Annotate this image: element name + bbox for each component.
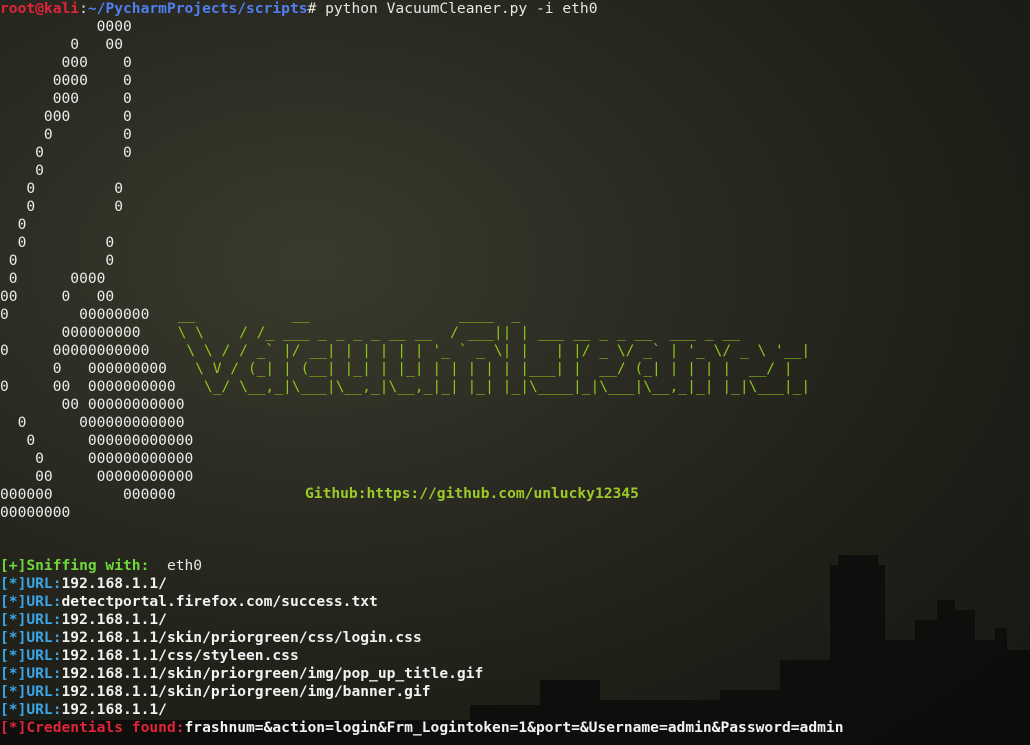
- log-line: [*]URL:192.168.1.1/skin/priorgreen/img/b…: [0, 683, 431, 701]
- log-line: [*]URL:detectportal.firefox.com/success.…: [0, 593, 378, 611]
- ascii-logo-line: \ \ / /_ ___ _ _ _ _ __ __ / ___|| | ___…: [160, 324, 740, 341]
- ascii-art-line: 00 00000000000: [0, 468, 194, 485]
- ascii-art-line: 0 000000000000: [0, 432, 194, 449]
- ascii-art-line: 0 00000000000: [0, 342, 150, 359]
- log-tag: [*]: [0, 683, 27, 700]
- log-line: [*]URL:192.168.1.1/skin/priorgreen/img/p…: [0, 665, 483, 683]
- ascii-art-line: 0 0: [0, 198, 124, 215]
- log-tag: [*]: [0, 611, 27, 628]
- log-label: URL:: [26, 575, 62, 592]
- log-value: eth0: [149, 557, 203, 574]
- ascii-art-line: 0: [0, 216, 27, 233]
- log-value: 192.168.1.1/: [61, 575, 167, 592]
- prompt-command: python VacuumCleaner.py -i eth0: [316, 0, 598, 17]
- log-tag: [*]: [0, 665, 27, 682]
- log-value: 192.168.1.1/skin/priorgreen/img/pop_up_t…: [61, 665, 484, 682]
- ascii-logo-line: __ __ ____ _: [160, 306, 521, 323]
- ascii-art-line: 000 0: [0, 108, 132, 125]
- command-prompt-line: root@kali:~/PycharmProjects/scripts# pyt…: [0, 0, 598, 18]
- log-tag: [*]: [0, 593, 27, 610]
- log-value: 192.168.1.1/: [61, 611, 167, 628]
- log-label: URL:: [26, 701, 62, 718]
- log-line: [*]URL:192.168.1.1/css/styleen.css: [0, 647, 299, 665]
- ascii-logo-line: \ V / (_| | (__| |_| | |_| | | | | | |__…: [160, 360, 793, 377]
- prompt-path: ~/PycharmProjects/scripts: [87, 0, 308, 17]
- log-tag: [*]: [0, 701, 27, 718]
- ascii-art-line: 0 0: [0, 252, 115, 269]
- ascii-art-line: 0 0: [0, 144, 132, 161]
- log-value: 192.168.1.1/css/styleen.css: [61, 647, 299, 664]
- ascii-art-line: 000 0: [0, 90, 132, 107]
- log-value: 192.168.1.1/skin/priorgreen/css/login.cs…: [61, 629, 422, 646]
- log-line: [*]URL:192.168.1.1/: [0, 611, 167, 629]
- ascii-logo-line: \_/ \__,_|\___|\__,_|\__,_|_| |_| |_|\__…: [160, 378, 811, 395]
- prompt-symbol: #: [307, 0, 317, 17]
- log-label: URL:: [26, 593, 62, 610]
- log-label: Credentials found:: [26, 719, 185, 736]
- ascii-art-line: 0 0: [0, 234, 115, 251]
- log-line: [*]URL:192.168.1.1/: [0, 575, 167, 593]
- log-tag: [*]: [0, 719, 27, 736]
- ascii-art-line: 00 00000000000: [0, 396, 185, 413]
- log-line: [*]URL:192.168.1.1/: [0, 701, 167, 719]
- log-value: 192.168.1.1/skin/priorgreen/img/banner.g…: [61, 683, 431, 700]
- ascii-art-line: 000000 000000: [0, 486, 176, 503]
- ascii-art-line: 00000000: [0, 504, 71, 521]
- log-tag: [*]: [0, 629, 27, 646]
- log-value: 192.168.1.1/: [61, 701, 167, 718]
- ascii-logo-line: \ \ / / _` |/ __| | | | | | '_ ` _ \| | …: [160, 342, 811, 359]
- ascii-art-line: 0 0: [0, 180, 124, 197]
- prompt-user-host: root@kali: [0, 0, 80, 17]
- log-tag: [*]: [0, 647, 27, 664]
- ascii-art-line: 0: [0, 162, 44, 179]
- log-label: URL:: [26, 629, 62, 646]
- ascii-art-line: 0 000000000: [0, 360, 167, 377]
- log-line: [*]Credentials found:frashnum=&action=lo…: [0, 719, 843, 737]
- ascii-art-line: 0 0: [0, 126, 132, 143]
- log-tag: [*]: [0, 575, 27, 592]
- ascii-art-line: 0 0000: [0, 270, 106, 287]
- prompt-separator: :: [79, 0, 88, 17]
- ascii-art-line: 0000 0: [0, 72, 132, 89]
- github-link-text: Github:https://github.com/unlucky12345: [305, 485, 639, 502]
- log-label: URL:: [26, 665, 62, 682]
- ascii-art-line: 0 00 0000000000: [0, 378, 176, 395]
- ascii-art-line: 0 00: [0, 36, 124, 53]
- ascii-art-line: 0 000000000000: [0, 414, 185, 431]
- log-line: [+]Sniffing with: eth0: [0, 557, 202, 575]
- log-line: [*]URL:192.168.1.1/skin/priorgreen/css/l…: [0, 629, 422, 647]
- log-label: URL:: [26, 647, 62, 664]
- log-value: frashnum=&action=login&Frm_Logintoken=1&…: [184, 719, 844, 736]
- ascii-art-line: 000000000: [0, 324, 141, 341]
- log-label: URL:: [26, 683, 62, 700]
- ascii-art-line: 0000: [0, 18, 132, 35]
- ascii-art-line: 0 00000000: [0, 306, 150, 323]
- ascii-art-line: 0 000000000000: [0, 450, 194, 467]
- log-tag: [+]: [0, 557, 27, 574]
- log-value: detectportal.firefox.com/success.txt: [61, 593, 378, 610]
- log-label: Sniffing with:: [26, 557, 150, 574]
- ascii-art-line: 000 0: [0, 54, 132, 71]
- log-label: URL:: [26, 611, 62, 628]
- ascii-art-line: 00 0 00: [0, 288, 115, 305]
